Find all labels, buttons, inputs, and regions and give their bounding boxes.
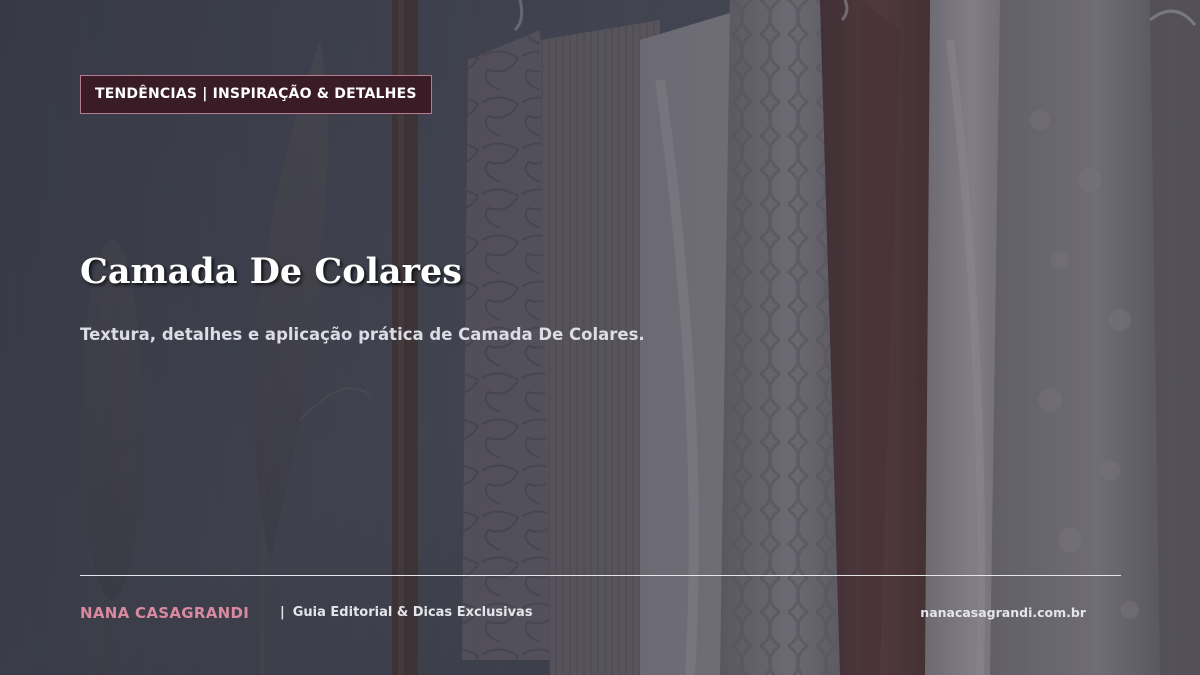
footer-divider [80,575,1121,576]
tagline-text: Guia Editorial & Dicas Exclusivas [292,605,533,620]
brand-name: NANA CASAGRANDI [80,604,250,622]
site-url: nanacasagrandi.com.br [920,605,1086,620]
page-title: Camada De Colares [80,251,462,292]
page-subtitle: Textura, detalhes e aplicação prática de… [80,325,645,344]
category-badge: TENDÊNCIAS | INSPIRAÇÃO & DETALHES [80,75,432,114]
tagline-separator: | [280,605,285,620]
footer-tagline: | Guia Editorial & Dicas Exclusivas [280,601,533,625]
